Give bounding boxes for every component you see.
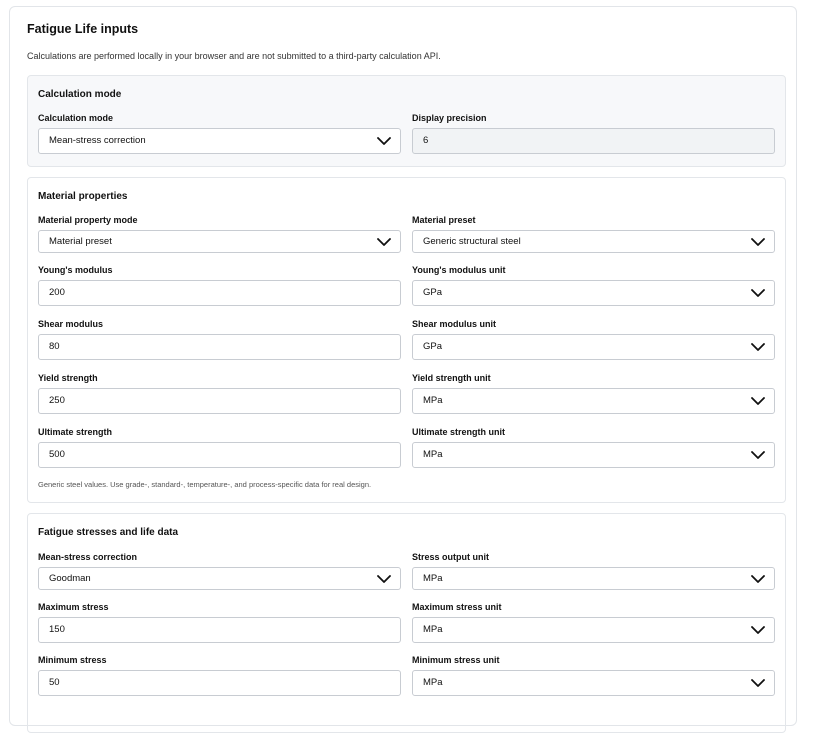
chevron-down-icon — [751, 238, 765, 246]
yield-strength-unit-field: Yield strength unit MPa — [412, 372, 775, 414]
field-label: Minimum stress unit — [412, 655, 500, 665]
input-value: 80 — [49, 341, 60, 352]
youngs-modulus-input[interactable]: 200 — [38, 280, 401, 306]
input-value: 200 — [49, 287, 65, 298]
panel-title: Fatigue Life inputs — [27, 22, 139, 36]
input-value: 150 — [49, 624, 65, 635]
youngs-modulus-unit-field: Young's modulus unit GPa — [412, 264, 775, 306]
field-label: Shear modulus unit — [412, 319, 497, 329]
stress-output-unit-field: Stress output unit MPa — [412, 551, 775, 590]
field-label: Material preset — [412, 215, 476, 225]
chevron-down-icon — [751, 451, 765, 459]
input-value: 50 — [49, 677, 60, 688]
field-label: Mean-stress correction — [38, 552, 138, 562]
section-title: Calculation mode — [38, 89, 122, 100]
selected-value: MPa — [423, 573, 443, 584]
selected-value: MPa — [423, 449, 443, 460]
chevron-down-icon — [751, 343, 765, 351]
selected-value: MPa — [423, 624, 443, 635]
youngs-modulus-field: Young's modulus 200 — [38, 264, 401, 306]
chevron-down-icon — [751, 575, 765, 583]
material-property-mode-field: Material property mode Material preset — [38, 214, 401, 253]
yield-strength-input[interactable]: 250 — [38, 388, 401, 414]
field-label: Young's modulus — [38, 265, 113, 275]
field-label: Ultimate strength unit — [412, 427, 506, 437]
chevron-down-icon — [751, 289, 765, 297]
selected-value: GPa — [423, 287, 443, 298]
shear-modulus-unit-select[interactable]: GPa — [412, 334, 775, 360]
field-label: Maximum stress unit — [412, 602, 502, 612]
field-label: Minimum stress — [38, 655, 107, 665]
maximum-stress-input[interactable]: 150 — [38, 617, 401, 643]
calculation-mode-section: Calculation mode Calculation mode Mean-s… — [27, 75, 786, 167]
material-hint: Generic steel values. Use grade-, standa… — [38, 480, 372, 489]
field-label: Maximum stress — [38, 602, 109, 612]
material-preset-field: Material preset Generic structural steel — [412, 214, 775, 253]
chevron-down-icon — [751, 397, 765, 405]
calculation-mode-field: Calculation mode Mean-stress correction — [38, 112, 401, 154]
display-precision-input[interactable]: 6 — [412, 128, 775, 154]
field-label: Yield strength — [38, 373, 98, 383]
field-label: Stress output unit — [412, 552, 489, 562]
input-value: 250 — [49, 395, 65, 406]
material-properties-section: Material properties Material property mo… — [27, 177, 786, 503]
field-label: Yield strength unit — [412, 373, 491, 383]
fatigue-life-inputs-panel: Fatigue Life inputs Calculations are per… — [9, 6, 797, 733]
selected-value: Goodman — [49, 573, 91, 584]
chevron-down-icon — [751, 626, 765, 634]
section-title: Fatigue stresses and life data — [38, 527, 179, 538]
field-label: Material property mode — [38, 215, 138, 225]
minimum-stress-unit-field: Minimum stress unit MPa — [412, 654, 775, 696]
input-value: 6 — [423, 135, 429, 146]
maximum-stress-field: Maximum stress 150 — [38, 601, 401, 643]
yield-strength-unit-select[interactable]: MPa — [412, 388, 775, 414]
ultimate-strength-field: Ultimate strength 500 — [38, 426, 401, 468]
selected-value: MPa — [423, 395, 443, 406]
maximum-stress-unit-select[interactable]: MPa — [412, 617, 775, 643]
youngs-modulus-unit-select[interactable]: GPa — [412, 280, 775, 306]
minimum-stress-unit-select[interactable]: MPa — [412, 670, 775, 696]
display-precision-field: Display precision 6 — [412, 112, 775, 154]
shear-modulus-unit-field: Shear modulus unit GPa — [412, 318, 775, 360]
selected-value: GPa — [423, 341, 443, 352]
mean-stress-correction-field: Mean-stress correction Goodman — [38, 551, 401, 590]
calculation-mode-select[interactable]: Mean-stress correction — [38, 128, 401, 154]
chevron-down-icon — [377, 238, 391, 246]
yield-strength-field: Yield strength 250 — [38, 372, 401, 414]
ultimate-strength-unit-field: Ultimate strength unit MPa — [412, 426, 775, 468]
selected-value: Material preset — [49, 236, 112, 247]
material-preset-select[interactable]: Generic structural steel — [412, 230, 775, 253]
minimum-stress-input[interactable]: 50 — [38, 670, 401, 696]
field-label: Shear modulus — [38, 319, 104, 329]
chevron-down-icon — [751, 679, 765, 687]
ultimate-strength-unit-select[interactable]: MPa — [412, 442, 775, 468]
field-label: Ultimate strength — [38, 427, 113, 437]
shear-modulus-field: Shear modulus 80 — [38, 318, 401, 360]
stress-output-unit-select[interactable]: MPa — [412, 567, 775, 590]
chevron-down-icon — [377, 575, 391, 583]
shear-modulus-input[interactable]: 80 — [38, 334, 401, 360]
field-label: Calculation mode — [38, 113, 114, 123]
maximum-stress-unit-field: Maximum stress unit MPa — [412, 601, 775, 643]
input-value: 500 — [49, 449, 65, 460]
local-calculation-note: Calculations are performed locally in yo… — [27, 51, 441, 61]
material-property-mode-select[interactable]: Material preset — [38, 230, 401, 253]
selected-value: Generic structural steel — [423, 236, 521, 247]
ultimate-strength-input[interactable]: 500 — [38, 442, 401, 468]
minimum-stress-field: Minimum stress 50 — [38, 654, 401, 696]
fatigue-stresses-section: Fatigue stresses and life data Mean-stre… — [27, 513, 786, 733]
mean-stress-correction-select[interactable]: Goodman — [38, 567, 401, 590]
chevron-down-icon — [377, 137, 391, 145]
section-title: Material properties — [38, 191, 128, 202]
field-label: Young's modulus unit — [412, 265, 506, 275]
selected-value: Mean-stress correction — [49, 135, 146, 146]
field-label: Display precision — [412, 113, 487, 123]
selected-value: MPa — [423, 677, 443, 688]
